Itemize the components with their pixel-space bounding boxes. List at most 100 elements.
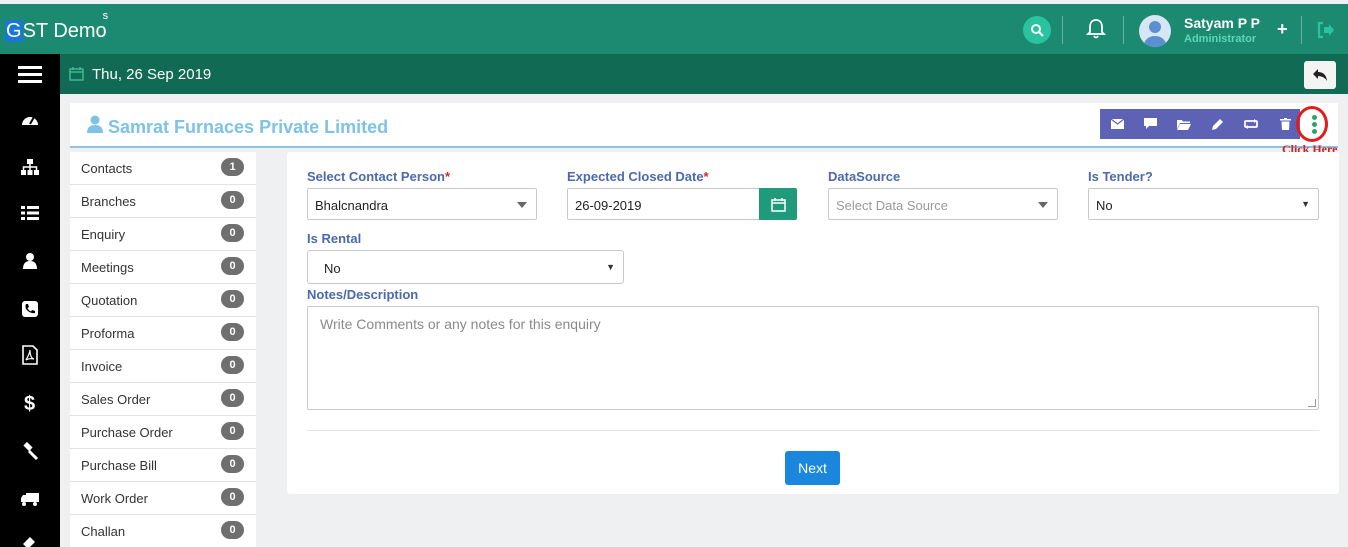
list-item-label: Purchase Order — [81, 425, 173, 440]
current-date: Thu, 26 Sep 2019 — [92, 66, 212, 83]
comment-icon — [1143, 118, 1157, 129]
hamburger-menu-icon[interactable] — [0, 54, 60, 94]
calendar-icon — [69, 67, 84, 81]
count-badge: 1 — [221, 158, 244, 176]
header-divider — [1062, 16, 1063, 44]
phone-icon — [22, 300, 38, 317]
notes-placeholder: Write Comments or any notes for this enq… — [320, 316, 601, 332]
chevron-down-icon — [517, 202, 527, 208]
dollar-icon: $ — [24, 393, 35, 414]
is-tender-select[interactable]: No ▼ — [1088, 188, 1319, 220]
sidebar-item-tags[interactable] — [0, 524, 60, 547]
count-badge: 0 — [221, 422, 244, 440]
search-icon — [1031, 24, 1044, 37]
avatar[interactable] — [1139, 15, 1171, 47]
datasource-label: DataSource — [828, 169, 901, 184]
is-tender-value: No — [1096, 198, 1113, 213]
list-item-label: Meetings — [81, 260, 134, 275]
plus-icon[interactable]: + — [1277, 19, 1288, 40]
list-item-contacts[interactable]: Contacts 1 — [70, 152, 256, 185]
count-badge: 0 — [221, 323, 244, 341]
count-badge: 0 — [221, 521, 244, 539]
bell-icon[interactable] — [1086, 18, 1106, 40]
list-item-branches[interactable]: Branches 0 — [70, 185, 256, 218]
delete-button[interactable] — [1277, 116, 1293, 132]
list-item-purchase-bill[interactable]: Purchase Bill 0 — [70, 449, 256, 482]
app-brand[interactable]: GST Demos — [5, 10, 112, 43]
is-rental-value: No — [324, 261, 341, 276]
sidebar-item-finance[interactable]: $ — [0, 386, 60, 419]
sidebar-item-organization[interactable] — [0, 150, 60, 183]
list-item-challan[interactable]: Challan 0 — [70, 515, 256, 547]
sidebar-item-documents[interactable] — [0, 338, 60, 371]
list-item-quotation[interactable]: Quotation 0 — [70, 284, 256, 317]
transfer-button[interactable] — [1243, 116, 1259, 132]
date-picker-button[interactable] — [759, 188, 797, 220]
sub-header: Thu, 26 Sep 2019 — [0, 54, 1348, 94]
list-icon — [21, 205, 39, 220]
sidebar-item-dashboard[interactable] — [0, 102, 60, 135]
sidebar-item-calls[interactable] — [0, 292, 60, 325]
chevron-down-icon: ▼ — [1301, 199, 1310, 209]
chevron-down-icon: ▼ — [606, 262, 615, 272]
list-item-meetings[interactable]: Meetings 0 — [70, 251, 256, 284]
pdf-icon — [22, 344, 38, 365]
related-records-list: Contacts 1 Branches 0 Enquiry 0 Meetings 0 Q… — [70, 152, 256, 547]
list-item-purchase-order[interactable]: Purchase Order 0 — [70, 416, 256, 449]
email-button[interactable] — [1109, 116, 1125, 132]
user-avatar-icon — [1144, 21, 1166, 47]
notes-label: Notes/Description — [307, 287, 419, 302]
list-item-work-order[interactable]: Work Order 0 — [70, 482, 256, 515]
list-item-enquiry[interactable]: Enquiry 0 — [70, 218, 256, 251]
user-name[interactable]: Satyam P P — [1184, 15, 1260, 31]
sidebar-item-delivery[interactable] — [0, 482, 60, 515]
list-item-label: Invoice — [81, 359, 123, 374]
brand-superscript: s — [102, 10, 109, 23]
datasource-select[interactable]: Select Data Source — [828, 188, 1058, 220]
datasource-placeholder: Select Data Source — [836, 198, 949, 213]
logout-icon[interactable] — [1316, 20, 1336, 40]
count-badge: 0 — [221, 224, 244, 242]
sitemap-icon — [21, 158, 39, 175]
count-badge: 0 — [221, 257, 244, 275]
list-item-label: Sales Order — [81, 392, 151, 407]
comment-button[interactable] — [1142, 116, 1158, 132]
list-item-invoice[interactable]: Invoice 0 — [70, 350, 256, 383]
user-icon — [23, 252, 37, 269]
user-icon — [87, 115, 103, 133]
pencil-icon — [1212, 119, 1223, 130]
next-button[interactable]: Next — [785, 451, 840, 485]
list-item-label: Purchase Bill — [81, 458, 157, 473]
svg-text:$: $ — [24, 393, 35, 414]
list-item-label: Work Order — [81, 491, 148, 506]
brand-first-letter: G — [5, 20, 23, 42]
gavel-icon — [23, 441, 39, 460]
is-rental-select[interactable]: No ▼ — [307, 250, 624, 284]
notes-textarea[interactable]: Write Comments or any notes for this enq… — [307, 306, 1319, 410]
resize-handle[interactable] — [1308, 399, 1316, 407]
list-item-label: Enquiry — [81, 227, 126, 242]
form-divider — [307, 430, 1319, 431]
list-item-proforma[interactable]: Proforma 0 — [70, 317, 256, 350]
list-item-label: Branches — [81, 194, 136, 209]
envelope-icon — [1110, 119, 1124, 129]
edit-button[interactable] — [1210, 116, 1226, 132]
search-button[interactable] — [1023, 16, 1051, 44]
contact-person-select[interactable]: Bhalcnandra — [307, 188, 537, 220]
list-item-sales-order[interactable]: Sales Order 0 — [70, 383, 256, 416]
list-item-label: Contacts — [81, 161, 133, 176]
exchange-icon — [1244, 119, 1258, 129]
folder-button[interactable] — [1176, 116, 1192, 132]
count-badge: 0 — [221, 488, 244, 506]
user-role: Administrator — [1184, 33, 1257, 45]
is-tender-label: Is Tender? — [1088, 169, 1153, 184]
sidebar-item-list[interactable] — [0, 196, 60, 229]
action-toolbar — [1100, 109, 1300, 139]
expected-closed-date-input[interactable]: 26-09-2019 — [567, 188, 761, 220]
company-name: Samrat Furnaces Private Limited — [108, 117, 389, 137]
sidebar-item-tenders[interactable] — [0, 434, 60, 467]
contact-person-value: Bhalcnandra — [315, 198, 388, 213]
sidebar-item-users[interactable] — [0, 244, 60, 277]
back-button[interactable] — [1304, 61, 1336, 89]
tag-icon — [23, 536, 35, 547]
